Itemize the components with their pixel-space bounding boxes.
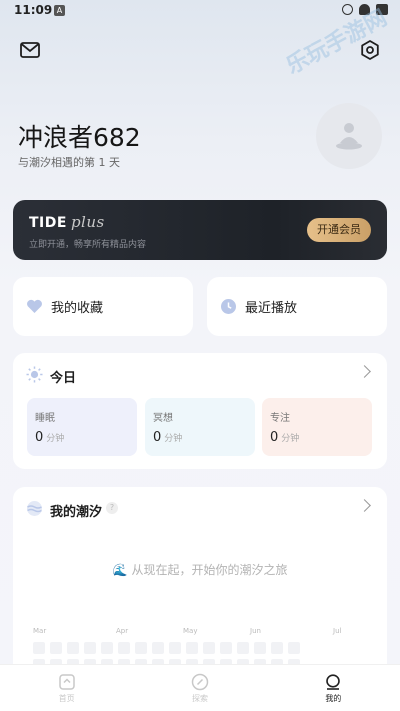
vip-logo: TIDE plus xyxy=(29,213,105,231)
vip-banner[interactable]: TIDE plus 立即开通，畅享所有精品内容 开通会员 xyxy=(13,200,387,260)
tab-home[interactable]: 首页 xyxy=(0,665,133,711)
recent-label: 最近播放 xyxy=(245,301,298,316)
tab-explore[interactable]: 探索 xyxy=(133,665,266,711)
tide-empty-message: 🌊 从现在起，开始你的潮汐之旅 xyxy=(13,561,387,578)
heatmap-cell xyxy=(169,642,181,654)
status-icons xyxy=(342,4,388,15)
my-tide-card[interactable]: 我的潮汐 ? 🌊 从现在起，开始你的潮汐之旅 Mar Apr May Jun Ju… xyxy=(13,487,387,677)
compass-icon xyxy=(191,673,209,691)
month-label: Jul xyxy=(333,627,342,635)
help-icon[interactable]: ? xyxy=(106,502,118,514)
mail-button[interactable] xyxy=(16,36,44,64)
sleep-stat[interactable]: 睡眠 0 分钟 xyxy=(27,398,137,456)
vip-plus: plus xyxy=(70,213,105,231)
meditation-value: 0 分钟 xyxy=(153,430,182,445)
home-icon xyxy=(58,674,75,690)
focus-minutes: 0 xyxy=(270,430,279,445)
clock-icon xyxy=(220,298,237,315)
meditation-label: 冥想 xyxy=(153,413,173,424)
notification-icon: A xyxy=(54,5,65,16)
status-time: 11:09 xyxy=(14,3,53,17)
tab-home-label: 首页 xyxy=(58,694,75,703)
heatmap-cell xyxy=(203,642,215,654)
chevron-right-icon[interactable] xyxy=(358,499,371,512)
today-card[interactable]: 今日 睡眠 0 分钟 冥想 0 分钟 专注 0 分钟 xyxy=(13,353,387,469)
focus-stat[interactable]: 专注 0 分钟 xyxy=(262,398,372,456)
heatmap-cell xyxy=(33,642,45,654)
heatmap-cell xyxy=(254,642,266,654)
wifi-icon xyxy=(359,4,370,15)
sleep-label: 睡眠 xyxy=(35,413,55,424)
heatmap-cell xyxy=(135,642,147,654)
subscribe-button[interactable]: 开通会员 xyxy=(307,218,371,242)
heatmap-months: Mar Apr May Jun Jul xyxy=(33,627,363,641)
heatmap-cell xyxy=(101,642,113,654)
meditation-minutes: 0 xyxy=(153,430,162,445)
settings-button[interactable] xyxy=(356,36,384,64)
meditation-avatar-icon xyxy=(336,123,362,150)
username: 冲浪者682 xyxy=(18,123,141,152)
sun-icon xyxy=(26,366,43,383)
meditation-stat[interactable]: 冥想 0 分钟 xyxy=(145,398,255,456)
heatmap-cell xyxy=(67,642,79,654)
heatmap-cell xyxy=(220,642,232,654)
battery-icon xyxy=(376,4,388,15)
heatmap-cell xyxy=(152,642,164,654)
tab-profile-label: 我的 xyxy=(325,694,342,703)
heatmap-cell xyxy=(118,642,130,654)
month-label: Mar xyxy=(33,627,47,635)
heatmap-cell xyxy=(84,642,96,654)
status-bar: 11:09 A xyxy=(0,0,400,22)
sleep-unit: 分钟 xyxy=(46,434,65,444)
sleep-value: 0 分钟 xyxy=(35,430,64,445)
tab-profile[interactable]: 我的 xyxy=(267,665,400,711)
tab-explore-label: 探索 xyxy=(191,694,208,703)
focus-label: 专注 xyxy=(270,413,290,424)
heart-icon xyxy=(26,298,43,315)
bottom-tab-bar: 首页 探索 我的 xyxy=(0,664,400,711)
sleep-minutes: 0 xyxy=(35,430,44,445)
chevron-right-icon[interactable] xyxy=(358,365,371,378)
tide-empty-text: 从现在起，开始你的潮汐之旅 xyxy=(131,563,288,577)
heatmap-cell xyxy=(288,642,300,654)
dnd-icon xyxy=(342,4,353,15)
heatmap-cell xyxy=(50,642,62,654)
heatmap-cell xyxy=(237,642,249,654)
days-with-tide: 与潮汐相遇的第 1 天 xyxy=(18,156,120,169)
meditation-unit: 分钟 xyxy=(164,434,183,444)
wave-icon: 🌊 xyxy=(112,563,128,577)
focus-unit: 分钟 xyxy=(281,434,300,444)
tide-wave-icon xyxy=(27,501,42,516)
heatmap-cell xyxy=(271,642,283,654)
focus-value: 0 分钟 xyxy=(270,430,299,445)
avatar[interactable] xyxy=(316,103,382,169)
favorites-card[interactable]: 我的收藏 xyxy=(13,277,193,336)
today-title: 今日 xyxy=(50,371,77,386)
vip-description: 立即开通，畅享所有精品内容 xyxy=(29,240,147,250)
recent-card[interactable]: 最近播放 xyxy=(207,277,387,336)
vip-brand: TIDE xyxy=(29,215,67,231)
gear-icon xyxy=(361,40,379,60)
favorites-label: 我的收藏 xyxy=(51,301,104,316)
profile-icon xyxy=(326,674,341,690)
my-tide-title: 我的潮汐 xyxy=(50,505,103,520)
month-label: Jun xyxy=(250,627,261,635)
month-label: Apr xyxy=(116,627,129,635)
heatmap-cell xyxy=(186,642,198,654)
mail-icon xyxy=(20,42,40,58)
month-label: May xyxy=(183,627,198,635)
